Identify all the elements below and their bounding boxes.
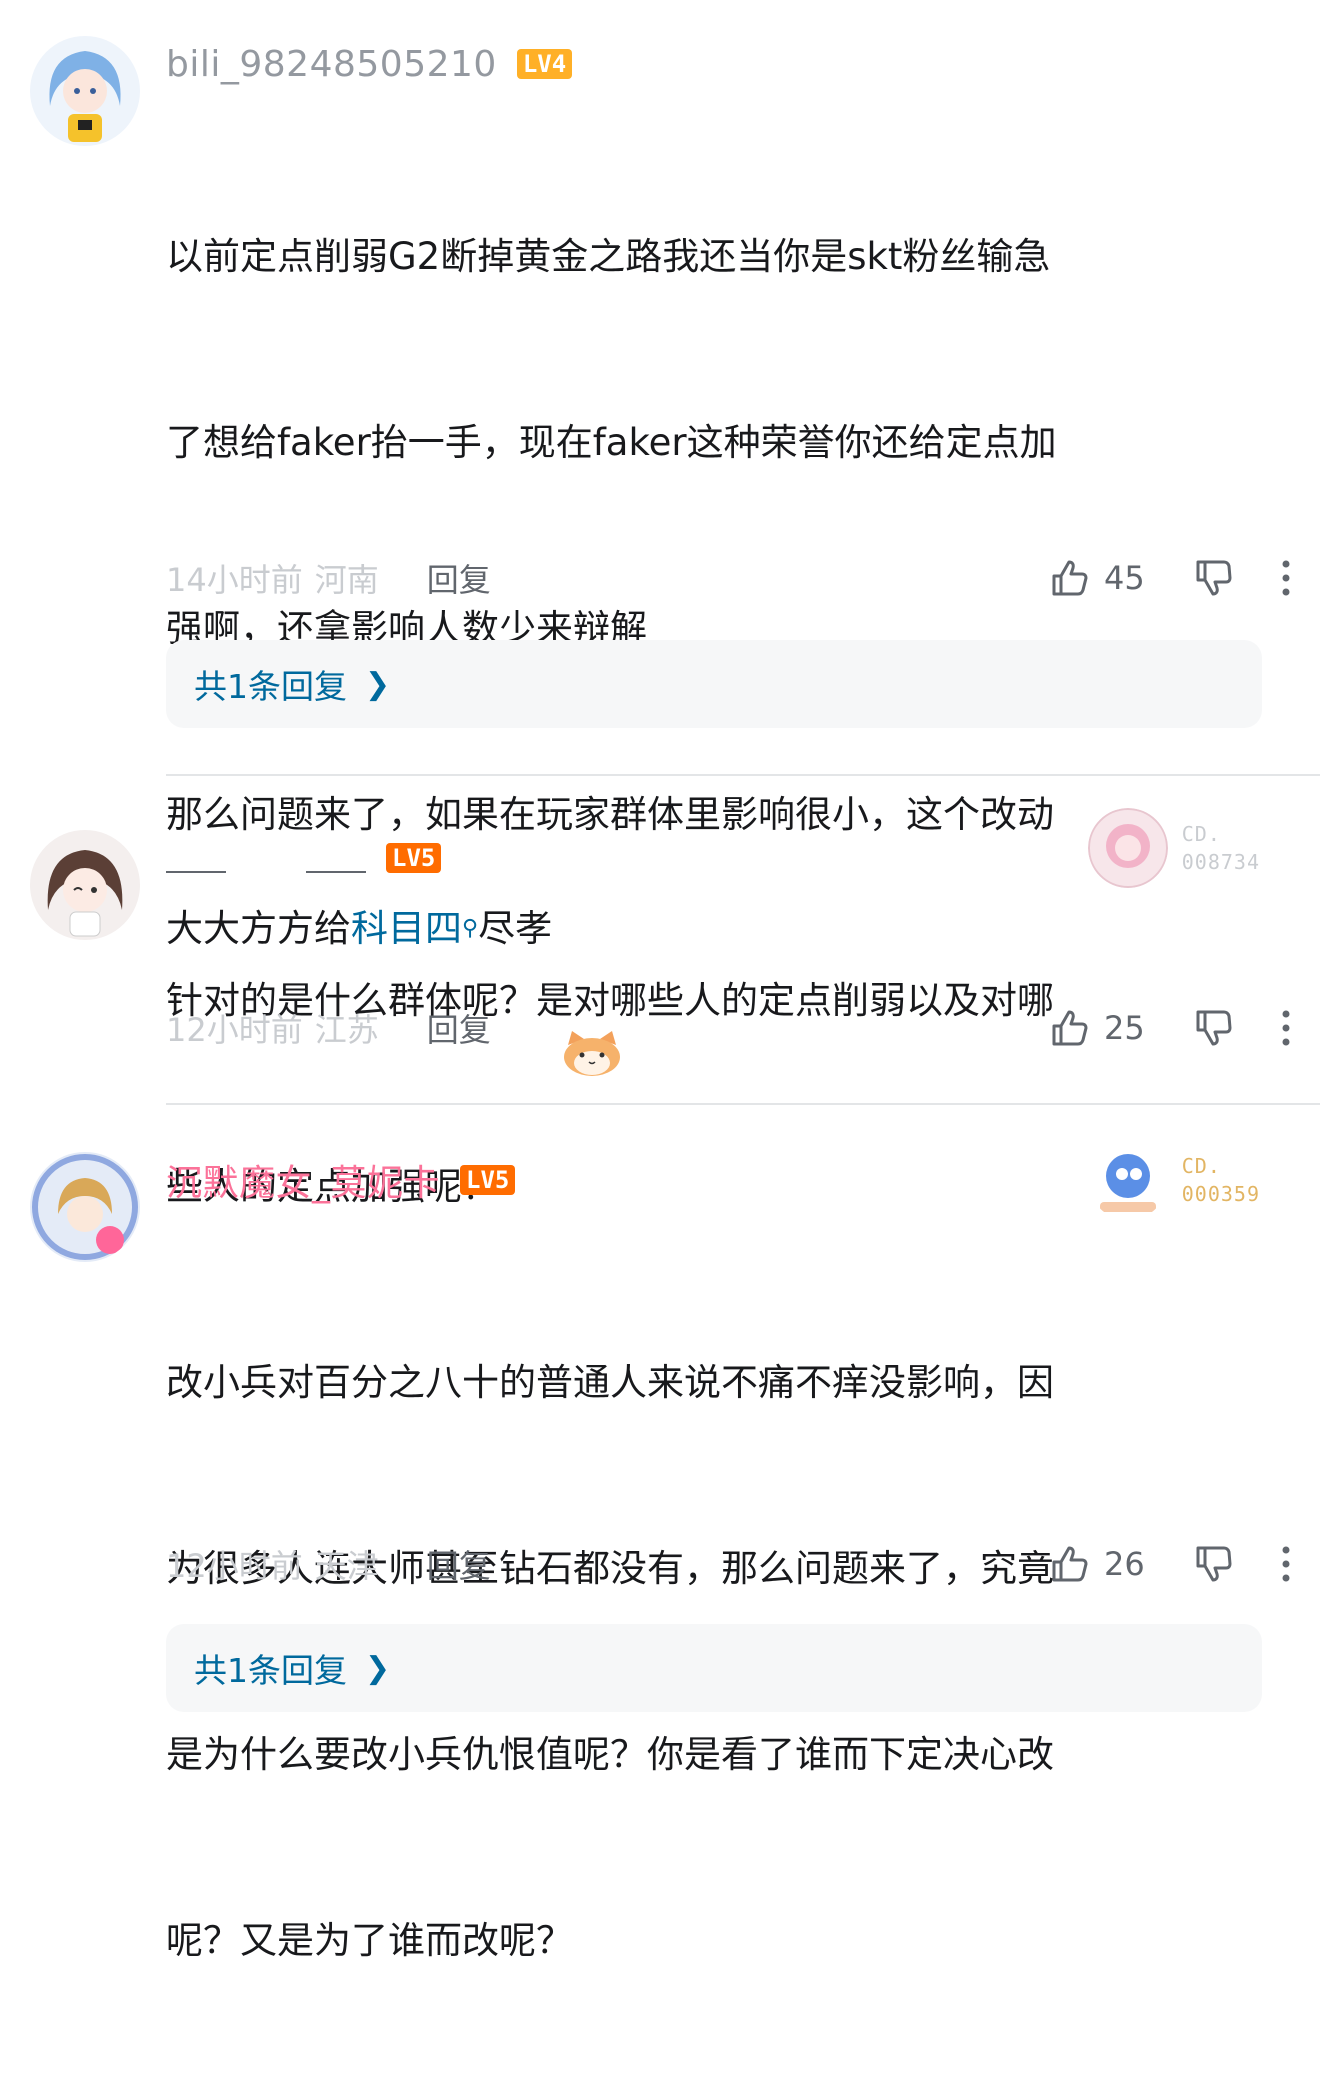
thumbs-up-icon <box>1052 1546 1088 1582</box>
divider <box>166 774 1320 776</box>
level-badge: LV4 <box>516 49 573 79</box>
like-button[interactable]: 45 <box>1048 556 1160 600</box>
like-button[interactable]: 26 <box>1048 1542 1160 1586</box>
chevron-right-icon: ❯ <box>365 1650 391 1686</box>
comment-line: 改小兵对百分之八十的普通人来说不痛不痒没影响，因 <box>166 1361 1054 1404</box>
username[interactable] <box>166 841 366 875</box>
fan-badge[interactable]: CD. 008734 <box>1087 808 1260 888</box>
more-options-icon[interactable] <box>1276 1008 1296 1048</box>
comment-meta: 14小时前 河南 回复 45 <box>166 548 1296 608</box>
thumbs-up-icon <box>1052 560 1088 596</box>
like-button[interactable]: 25 <box>1048 1006 1160 1050</box>
reply-button[interactable]: 回复 <box>427 1005 491 1051</box>
comment-time: 12小时前 <box>166 1011 303 1049</box>
more-options-icon[interactable] <box>1276 558 1296 598</box>
reply-button[interactable]: 回复 <box>427 1541 491 1587</box>
more-options-icon[interactable] <box>1276 1544 1296 1584</box>
divider <box>166 1103 1320 1105</box>
fan-badge[interactable]: CD. 000359 <box>1087 1140 1260 1220</box>
like-count: 26 <box>1104 1545 1145 1583</box>
fan-badge-number: 008734 <box>1181 850 1260 874</box>
thumbs-down-icon <box>1196 1546 1232 1582</box>
cat-face-emoji <box>562 905 622 1076</box>
thumbs-down-icon <box>1196 560 1232 596</box>
comment-meta: 12小时前 江苏 回复 25 <box>166 998 1296 1058</box>
comment-location: 河南 <box>314 561 379 599</box>
search-link[interactable]: 科目四 <box>351 898 462 960</box>
fan-badge-image-icon <box>1087 808 1168 888</box>
comment-text-prefix: 大大方方给 <box>166 907 351 950</box>
dislike-button[interactable] <box>1192 1006 1236 1050</box>
avatar[interactable] <box>30 1152 140 1262</box>
avatar[interactable] <box>30 830 140 940</box>
comment-time: 14小时前 <box>166 561 303 599</box>
dislike-button[interactable] <box>1192 556 1236 600</box>
reply-summary-button[interactable]: 共1条回复 ❯ <box>166 1624 1262 1712</box>
like-count: 45 <box>1104 559 1145 597</box>
fan-badge-prefix: CD. <box>1181 822 1221 846</box>
comment-text: 大大方方给 科目四 ⚲ 尽孝 <box>166 898 1276 1076</box>
fan-badge-prefix: CD. <box>1181 1154 1221 1178</box>
comment-line: 是为什么要改小兵仇恨值呢？你是看了谁而下定决心改 <box>166 1733 1054 1776</box>
comment-meta: 12小时前 天津 回复 26 <box>166 1534 1296 1594</box>
comment-line: 呢？又是为了谁而改呢？ <box>166 1919 573 1962</box>
dislike-button[interactable] <box>1192 1542 1236 1586</box>
comment-location: 天津 <box>314 1547 379 1585</box>
thumbs-down-icon <box>1196 1010 1232 1046</box>
anime-girl-avatar-icon <box>30 36 140 146</box>
thumbs-up-icon <box>1052 1010 1088 1046</box>
anime-girl-avatar-icon <box>30 830 140 940</box>
like-count: 25 <box>1104 1009 1145 1047</box>
username[interactable]: 沉默魔女_莫妮卡 <box>166 1154 440 1206</box>
anime-character-avatar-icon <box>30 1152 140 1262</box>
reply-summary-button[interactable]: 共1条回复 ❯ <box>166 640 1262 728</box>
level-badge: LV5 <box>460 1165 516 1195</box>
reply-button[interactable]: 回复 <box>427 555 491 601</box>
chevron-right-icon: ❯ <box>365 666 391 702</box>
reply-summary-label: 共1条回复 <box>194 1651 347 1690</box>
fan-badge-image-icon <box>1087 1140 1168 1220</box>
username[interactable]: bili_98248505210 <box>166 44 497 85</box>
fan-badge-number: 000359 <box>1181 1182 1260 1206</box>
comment-time: 12小时前 <box>166 1547 303 1585</box>
level-badge: LV5 <box>386 843 442 873</box>
comment-text-suffix: 尽孝 <box>478 907 553 950</box>
comment-location: 江苏 <box>314 1011 379 1049</box>
avatar[interactable] <box>30 36 140 146</box>
comment-line: 了想给faker抬一手，现在faker这种荣誉你还给定点加 <box>166 421 1057 464</box>
reply-summary-label: 共1条回复 <box>194 667 347 706</box>
comment-line: 以前定点削弱G2断掉黄金之路我还当你是skt粉丝输急 <box>166 235 1051 278</box>
search-icon[interactable]: ⚲ <box>462 898 478 960</box>
